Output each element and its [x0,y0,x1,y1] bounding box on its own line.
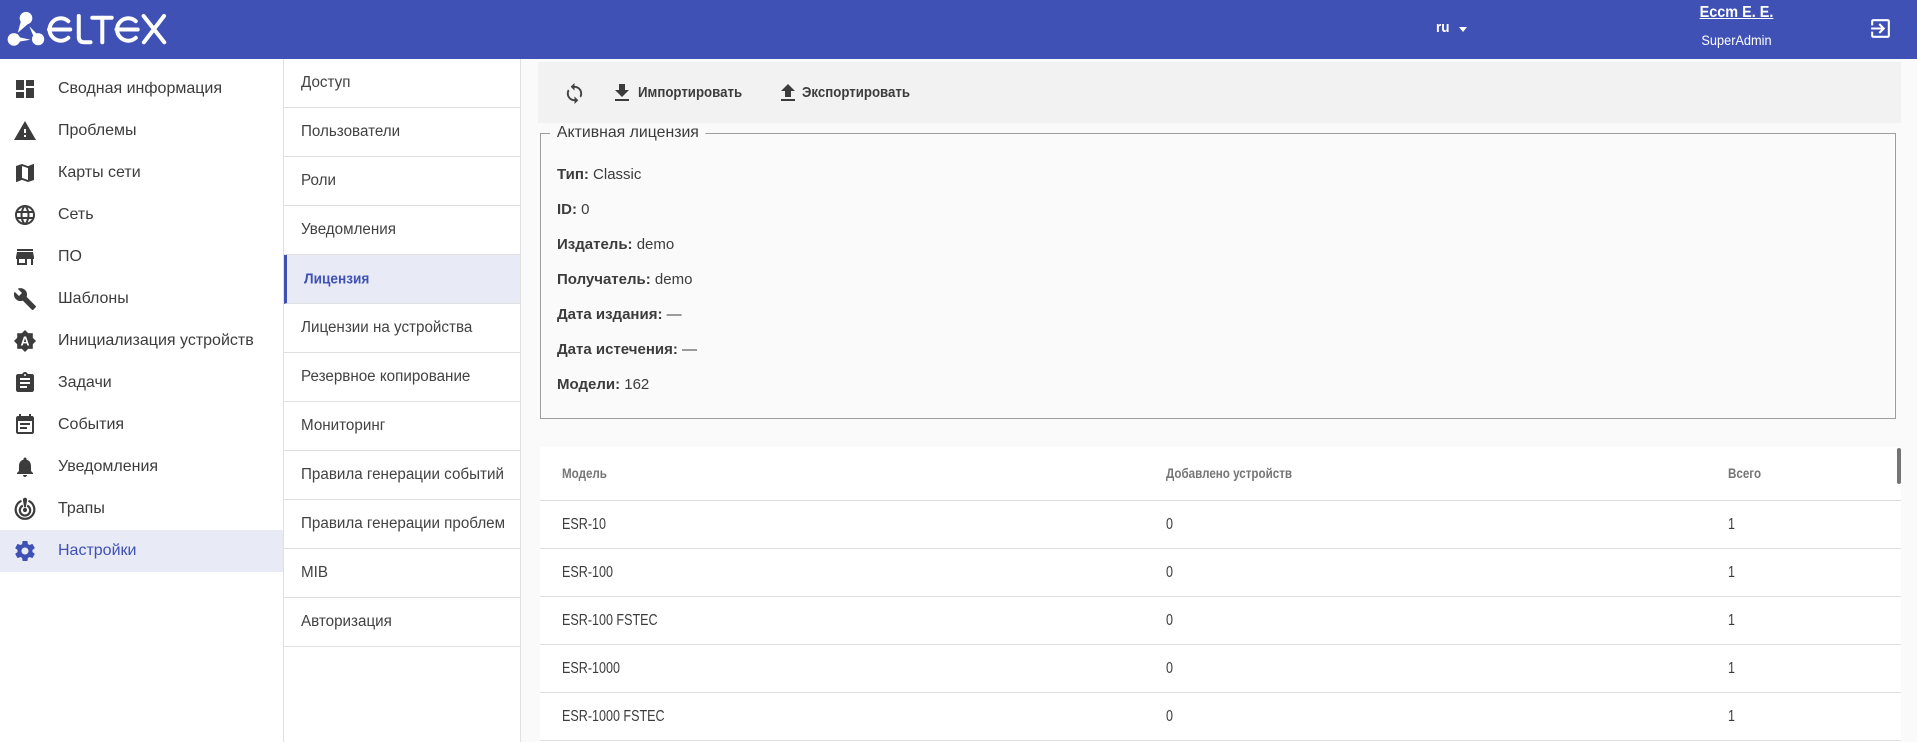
svg-text:A: A [20,334,29,348]
